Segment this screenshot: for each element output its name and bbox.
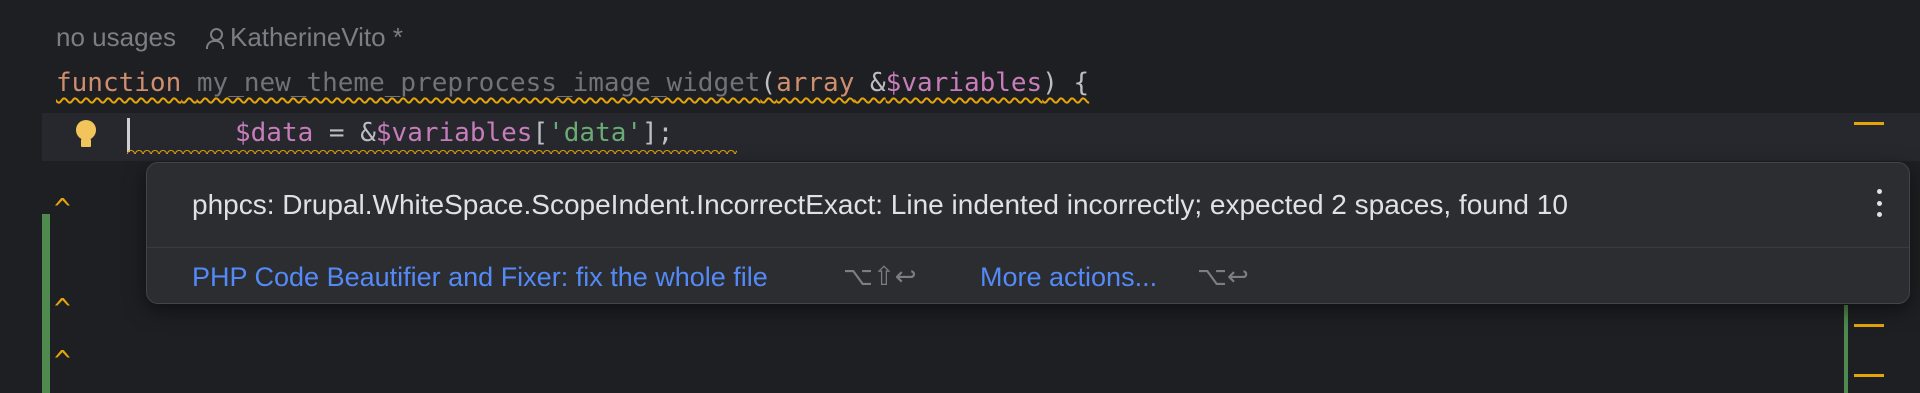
error-stripe-warning[interactable] <box>1854 374 1884 377</box>
code-line-function-declaration[interactable]: function my_new_theme_preprocess_image_w… <box>56 68 1089 98</box>
more-vertical-icon[interactable] <box>1871 185 1887 221</box>
indent-warning-mark: ^ <box>54 192 71 225</box>
open-bracket: [ <box>532 118 549 148</box>
open-paren: ( <box>760 68 777 98</box>
var-data: $data <box>235 118 314 148</box>
vcs-change-marker[interactable] <box>42 214 50 393</box>
type-hint: array <box>776 68 855 98</box>
close-brace: ) { <box>1042 68 1090 98</box>
lightbulb-icon[interactable] <box>76 120 96 150</box>
inspection-popup: phpcs: Drupal.WhiteSpace.ScopeIndent.Inc… <box>146 162 1910 304</box>
popup-actions: PHP Code Beautifier and Fixer: fix the w… <box>147 248 1909 303</box>
close-bracket: ]; <box>642 118 674 148</box>
vcs-scroll-marker <box>1844 305 1848 393</box>
usages-hint[interactable]: no usages <box>56 22 176 53</box>
inspection-message: phpcs: Drupal.WhiteSpace.ScopeIndent.Inc… <box>192 189 1568 220</box>
more-actions-shortcut: ⌥↩ <box>1197 262 1249 292</box>
function-name: my_new_theme_preprocess_image_widget <box>196 68 761 98</box>
error-stripe-warning[interactable] <box>1854 122 1884 125</box>
user-icon <box>205 27 224 49</box>
keyword-function: function <box>56 68 182 98</box>
error-stripe-warning[interactable] <box>1854 324 1884 327</box>
author-hint[interactable]: KatherineVito * <box>230 22 403 53</box>
string-data: 'data' <box>548 118 643 148</box>
indent-warning-mark: ^ <box>54 344 71 377</box>
assign-op: = & <box>313 118 376 148</box>
indent-warning-mark: ^ <box>54 292 71 325</box>
fix-whole-file-shortcut: ⌥⇧↩ <box>843 262 917 292</box>
code-line-data-assignment[interactable]: $data = &$variables['data']; <box>235 118 673 148</box>
fix-whole-file-link[interactable]: PHP Code Beautifier and Fixer: fix the w… <box>192 262 768 293</box>
inlay-hints: no usages KatherineVito * <box>56 22 403 53</box>
more-actions-link[interactable]: More actions... <box>980 262 1157 293</box>
ampersand: & <box>854 68 886 98</box>
param-variables: $variables <box>885 68 1043 98</box>
var-variables: $variables <box>375 118 533 148</box>
